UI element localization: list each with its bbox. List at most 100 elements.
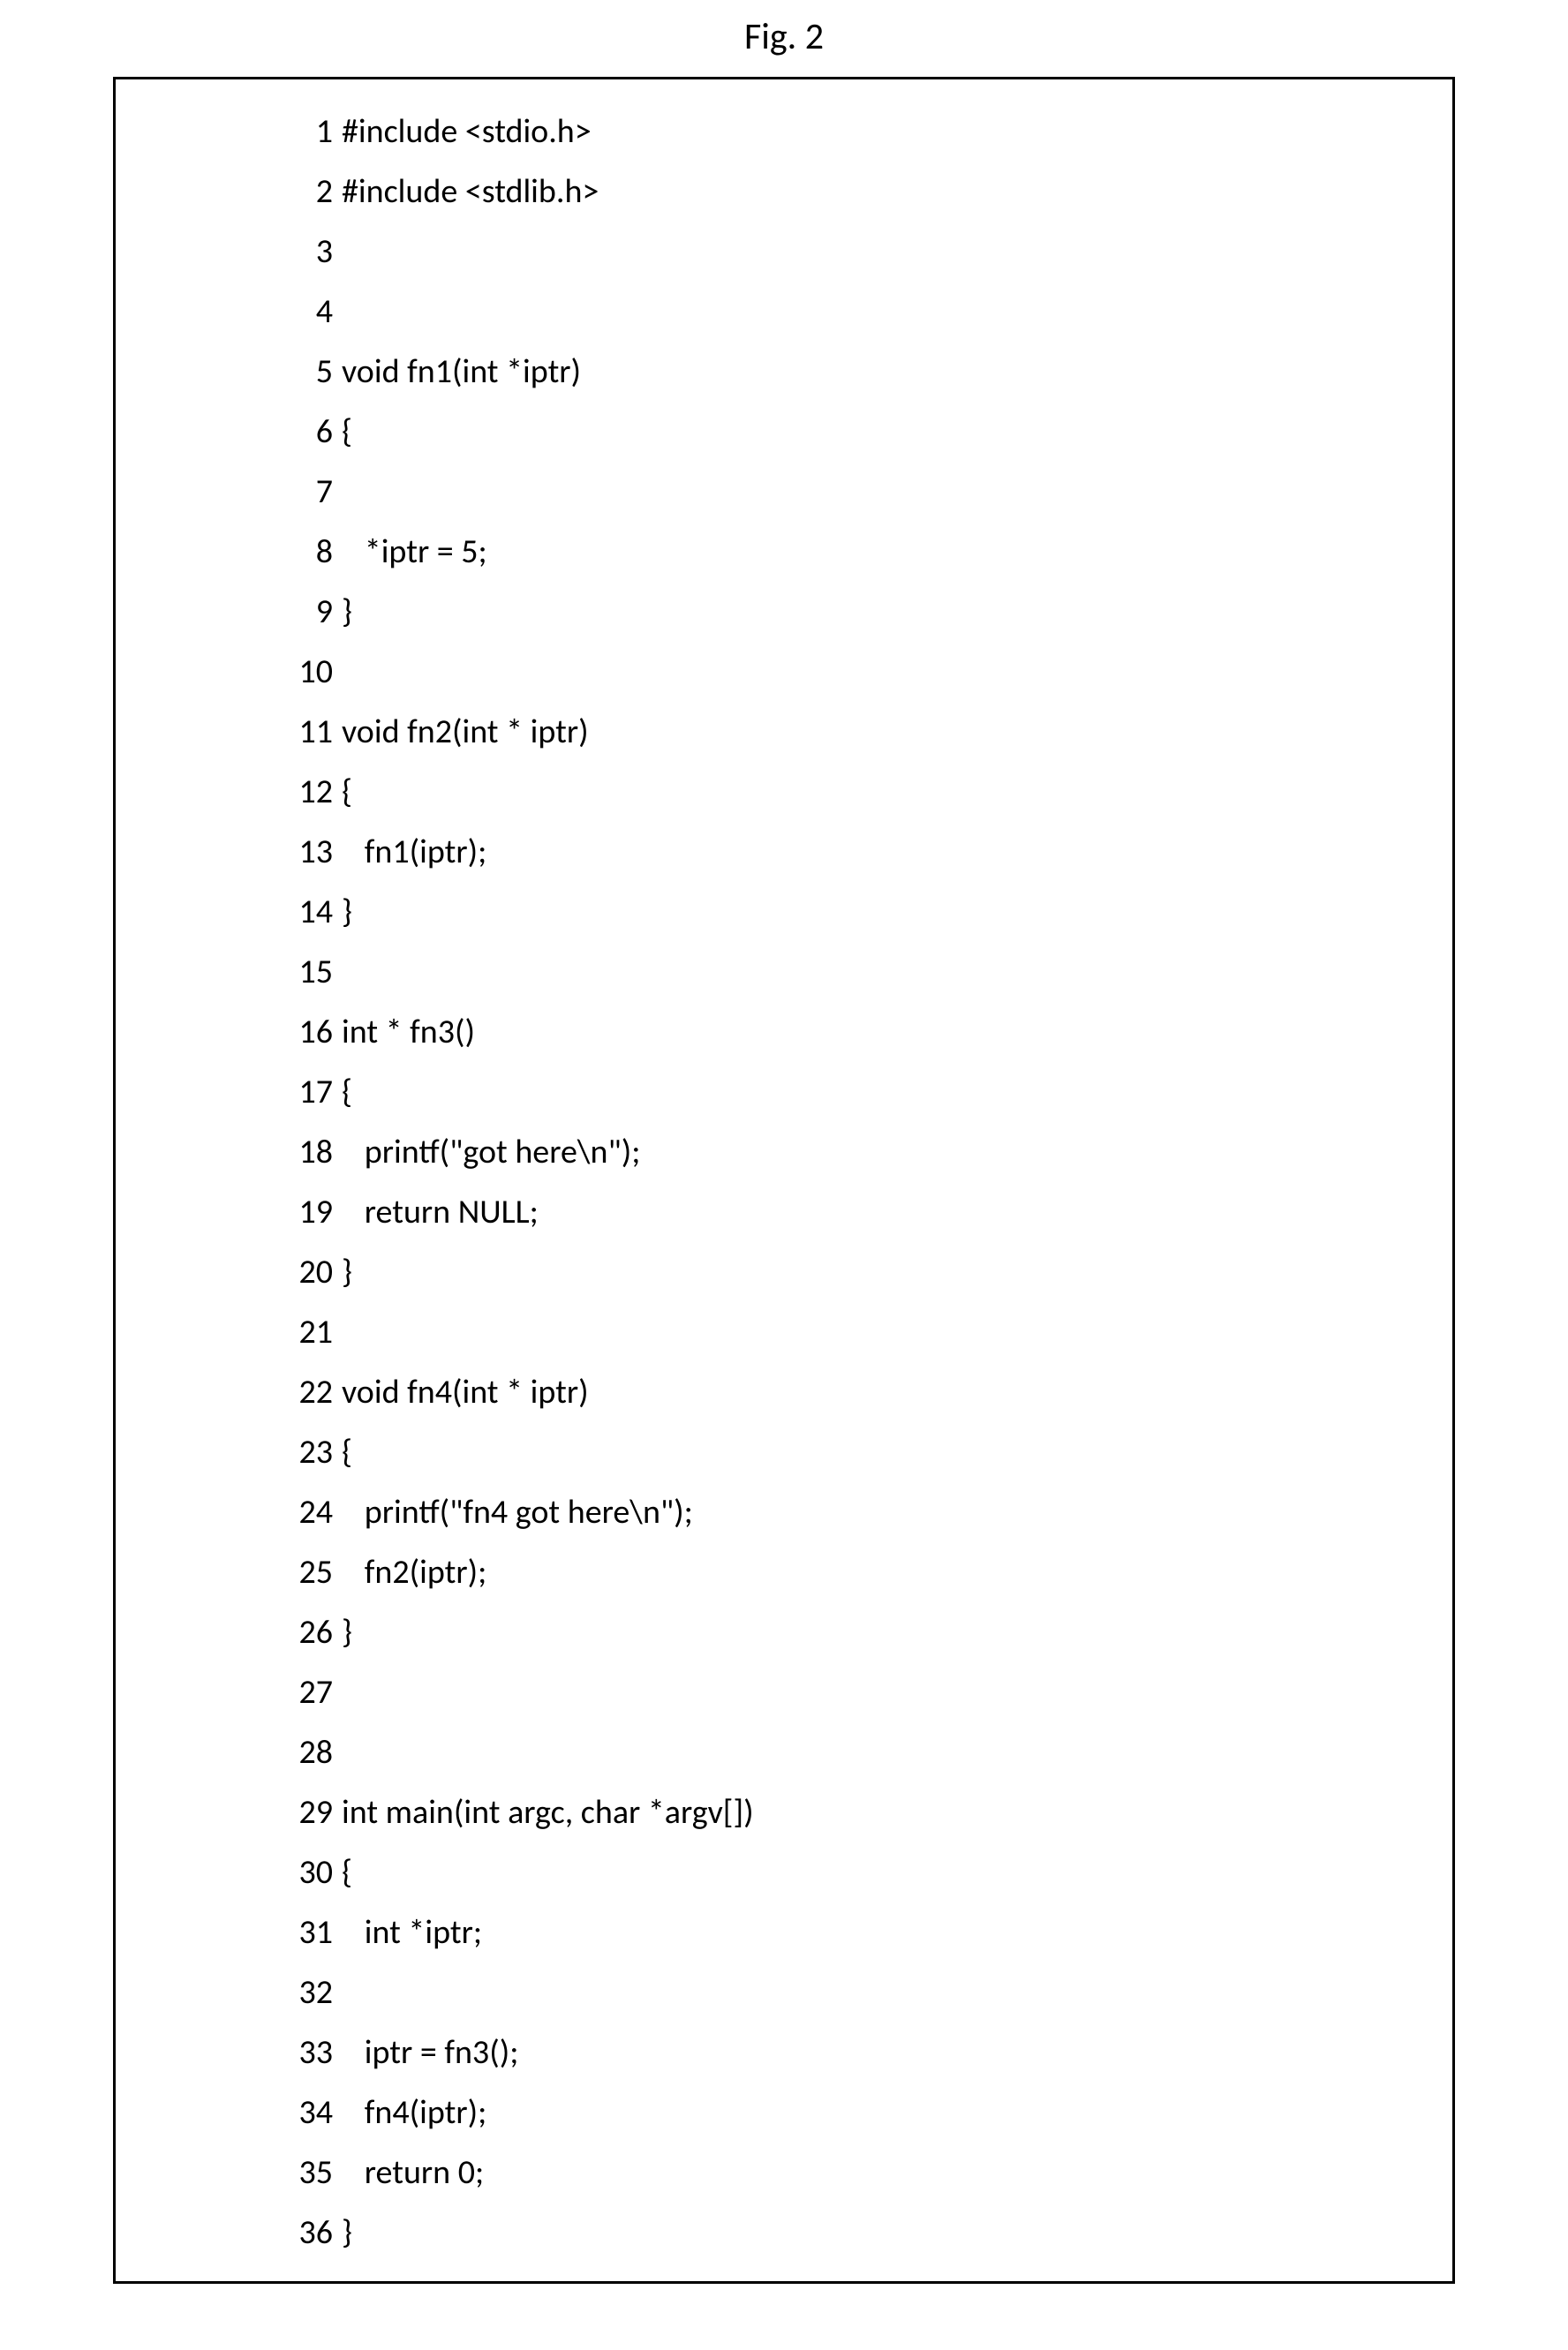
code-line: 14} [292, 895, 1452, 929]
line-number: 34 [292, 2096, 333, 2129]
line-text: } [342, 1252, 352, 1292]
page-container: Fig. 2 1#include <stdio.h> 2#include <st… [0, 0, 1568, 2350]
line-number: 30 [292, 1856, 333, 1889]
code-line: 19 return NULL; [292, 1195, 1452, 1229]
line-number: 10 [292, 655, 333, 689]
line-text: { [342, 411, 352, 452]
code-line: 20} [292, 1255, 1452, 1289]
line-text: void fn1(int *iptr) [342, 351, 581, 392]
line-number: 27 [292, 1676, 333, 1709]
line-text: printf("got here\n"); [342, 1132, 640, 1172]
line-text: fn4(iptr); [342, 2092, 486, 2133]
code-line: 8 *iptr = 5; [292, 535, 1452, 569]
line-text: int main(int argc, char *argv[]) [342, 1792, 754, 1833]
code-line: 21 [292, 1315, 1452, 1349]
line-text: } [342, 892, 352, 932]
code-line: 29int main(int argc, char *argv[]) [292, 1796, 1452, 1829]
line-number: 24 [292, 1495, 333, 1529]
line-number: 15 [292, 955, 333, 989]
code-line: 4 [292, 295, 1452, 328]
line-number: 33 [292, 2036, 333, 2069]
line-text: int * fn3() [342, 1012, 475, 1052]
line-number: 11 [292, 715, 333, 749]
line-number: 20 [292, 1255, 333, 1289]
code-line: 32 [292, 1976, 1452, 2009]
line-text: { [342, 1432, 352, 1473]
line-text: void fn2(int * iptr) [342, 712, 589, 752]
line-number: 8 [292, 535, 333, 569]
code-line: 22 void fn4(int * iptr) [292, 1375, 1452, 1409]
code-line: 33 iptr = fn3(); [292, 2036, 1452, 2069]
line-number: 4 [292, 295, 333, 328]
line-number: 14 [292, 895, 333, 929]
line-text: fn1(iptr); [342, 832, 486, 872]
line-number: 32 [292, 1976, 333, 2009]
line-text: return NULL; [342, 1192, 539, 1232]
line-text: } [342, 591, 352, 632]
line-text: iptr = fn3(); [342, 2032, 518, 2073]
line-number: 2 [292, 175, 333, 208]
line-text: printf("fn4 got here\n"); [342, 1492, 693, 1533]
line-number: 23 [292, 1435, 333, 1469]
code-line: 2#include <stdlib.h> [292, 175, 1452, 208]
line-text: #include <stdlib.h> [342, 171, 599, 212]
code-line: 7 [292, 475, 1452, 508]
line-text: void fn4(int * iptr) [342, 1372, 589, 1412]
line-text: *iptr = 5; [342, 531, 487, 572]
line-text: } [342, 1612, 352, 1653]
line-number: 9 [292, 595, 333, 629]
line-number: 36 [292, 2216, 333, 2249]
code-line: 13 fn1(iptr); [292, 835, 1452, 869]
line-number: 18 [292, 1135, 333, 1169]
code-listing-box: 1#include <stdio.h> 2#include <stdlib.h>… [113, 77, 1455, 2284]
code-line: 35 return 0; [292, 2156, 1452, 2189]
code-line: 12 { [292, 775, 1452, 809]
line-number: 31 [292, 1916, 333, 1949]
line-number: 7 [292, 475, 333, 508]
line-text: fn2(iptr); [342, 1552, 486, 1593]
line-number: 13 [292, 835, 333, 869]
code-line: 18 printf("got here\n"); [292, 1135, 1452, 1169]
line-number: 17 [292, 1075, 333, 1109]
line-number: 25 [292, 1555, 333, 1589]
code-line: 5void fn1(int *iptr) [292, 355, 1452, 388]
code-line: 15 [292, 955, 1452, 989]
figure-caption: Fig. 2 [0, 0, 1568, 77]
code-line: 36} [292, 2216, 1452, 2249]
line-number: 22 [292, 1375, 333, 1409]
code-line: 31 int *iptr; [292, 1916, 1452, 1949]
line-text: return 0; [342, 2152, 484, 2193]
line-number: 29 [292, 1796, 333, 1829]
line-number: 21 [292, 1315, 333, 1349]
line-text: #include <stdio.h> [342, 111, 592, 152]
code-line: 34 fn4(iptr); [292, 2096, 1452, 2129]
line-number: 19 [292, 1195, 333, 1229]
code-line: 6{ [292, 415, 1452, 448]
code-line: 10 [292, 655, 1452, 689]
line-number: 1 [292, 115, 333, 148]
code-line: 27 [292, 1676, 1452, 1709]
line-number: 12 [292, 775, 333, 809]
line-number: 26 [292, 1616, 333, 1649]
line-text: int *iptr; [342, 1912, 482, 1953]
line-number: 35 [292, 2156, 333, 2189]
code-line: 9} [292, 595, 1452, 629]
line-number: 3 [292, 235, 333, 268]
line-text: { [342, 1072, 352, 1112]
code-line: 1#include <stdio.h> [292, 115, 1452, 148]
code-line: 30{ [292, 1856, 1452, 1889]
code-line: 25 fn2(iptr); [292, 1555, 1452, 1589]
code-line: 16 int * fn3() [292, 1015, 1452, 1049]
line-number: 28 [292, 1736, 333, 1769]
line-number: 5 [292, 355, 333, 388]
code-line: 26} [292, 1616, 1452, 1649]
code-line: 17 { [292, 1075, 1452, 1109]
line-text: { [342, 772, 352, 812]
code-line: 11 void fn2(int * iptr) [292, 715, 1452, 749]
code-line: 24 printf("fn4 got here\n"); [292, 1495, 1452, 1529]
code-line: 3 [292, 235, 1452, 268]
code-line: 23{ [292, 1435, 1452, 1469]
line-number: 6 [292, 415, 333, 448]
code-line: 28 [292, 1736, 1452, 1769]
line-number: 16 [292, 1015, 333, 1049]
